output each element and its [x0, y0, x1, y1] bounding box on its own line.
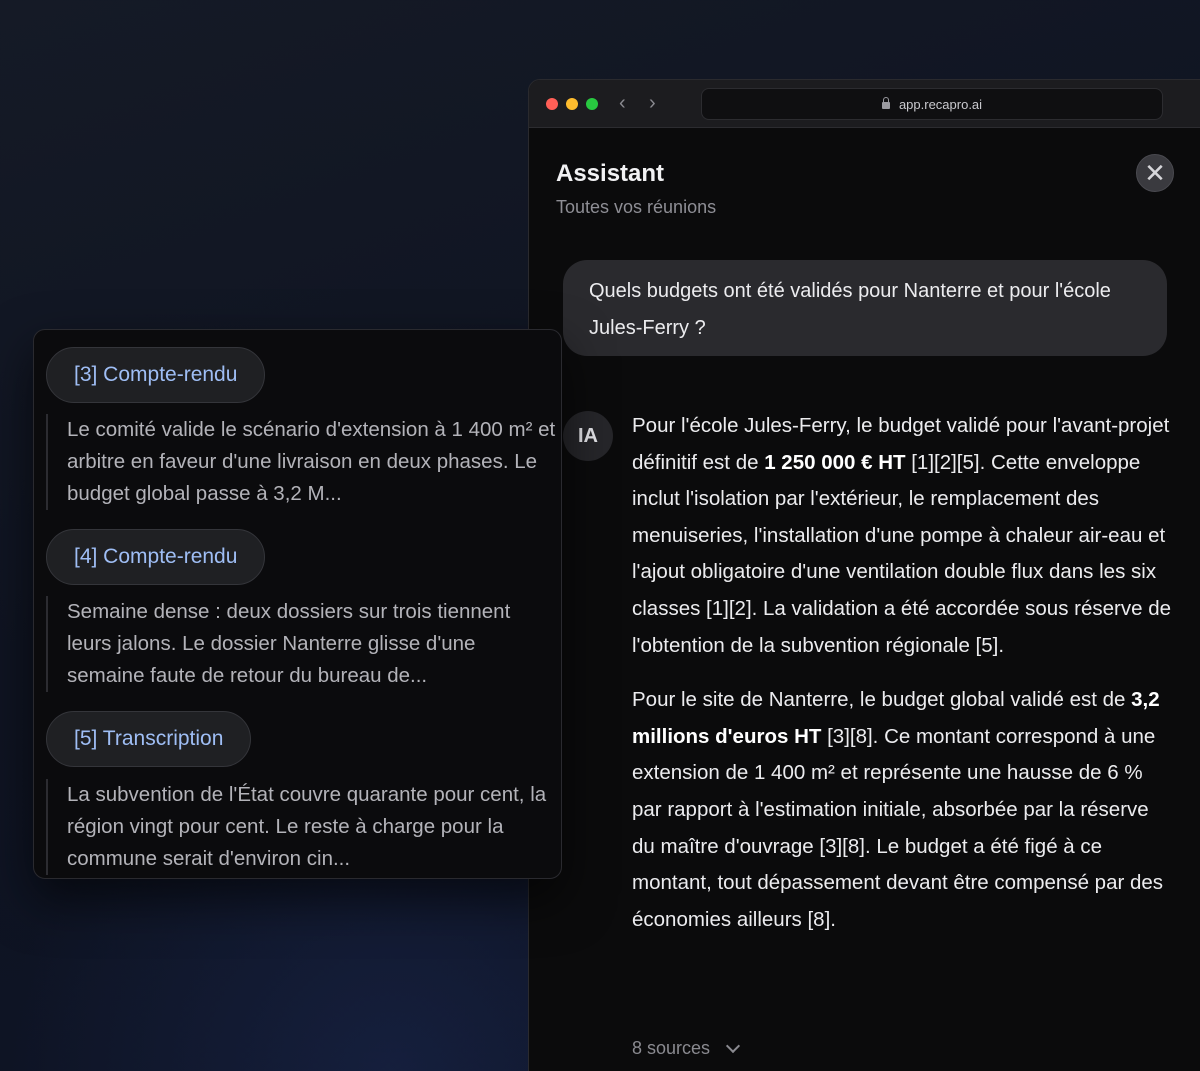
assistant-answer: Pour l'école Jules-Ferry, le budget vali… — [632, 408, 1172, 956]
source-snippet: Semaine dense : deux dossiers sur trois … — [46, 596, 556, 692]
forward-arrow-icon[interactable]: › — [649, 92, 656, 114]
source-snippet: La subvention de l'État couvre quarante … — [46, 779, 556, 875]
sources-popover: [3] Compte-rendu Le comité valide le scé… — [33, 329, 562, 879]
back-arrow-icon[interactable]: ‹ — [619, 92, 626, 114]
chevron-down-icon — [725, 1038, 741, 1053]
lock-icon — [881, 96, 890, 109]
user-question-bubble: Quels budgets ont été validés pour Nante… — [563, 260, 1167, 356]
address-bar[interactable]: app.recapro.ai — [701, 88, 1163, 120]
source-chip[interactable]: [4] Compte-rendu — [46, 529, 266, 585]
browser-window: ‹ › app.recapro.ai Assistant Toutes vos … — [528, 79, 1200, 1071]
sources-toggle[interactable]: 8 sources — [632, 1038, 741, 1059]
window-minimize-dot[interactable] — [566, 98, 578, 110]
assistant-subtitle: Toutes vos réunions — [556, 197, 717, 217]
answer-paragraph-1: Pour l'école Jules-Ferry, le budget vali… — [632, 414, 1172, 657]
source-chip[interactable]: [5] Transcription — [46, 711, 252, 767]
browser-titlebar: ‹ › app.recapro.ai — [529, 80, 1200, 128]
answer-paragraph-2: Pour le site de Nanterre, le budget glob… — [632, 688, 1164, 931]
close-icon: ✕ — [1144, 158, 1166, 188]
answer-highlight-1: 1 250 000 € HT — [764, 450, 906, 474]
source-chip[interactable]: [3] Compte-rendu — [46, 347, 266, 403]
close-button[interactable]: ✕ — [1136, 154, 1174, 192]
window-maximize-dot[interactable] — [586, 98, 598, 110]
source-snippet: Le comité valide le scénario d'extension… — [46, 414, 556, 510]
assistant-title: Assistant — [556, 160, 665, 187]
sources-toggle-label: 8 sources — [632, 1038, 711, 1058]
url-text: app.recapro.ai — [898, 96, 983, 112]
assistant-avatar: IA — [563, 411, 613, 461]
window-close-dot[interactable] — [546, 98, 558, 110]
user-question-text: Quels budgets ont été validés pour Nante… — [589, 280, 1111, 339]
